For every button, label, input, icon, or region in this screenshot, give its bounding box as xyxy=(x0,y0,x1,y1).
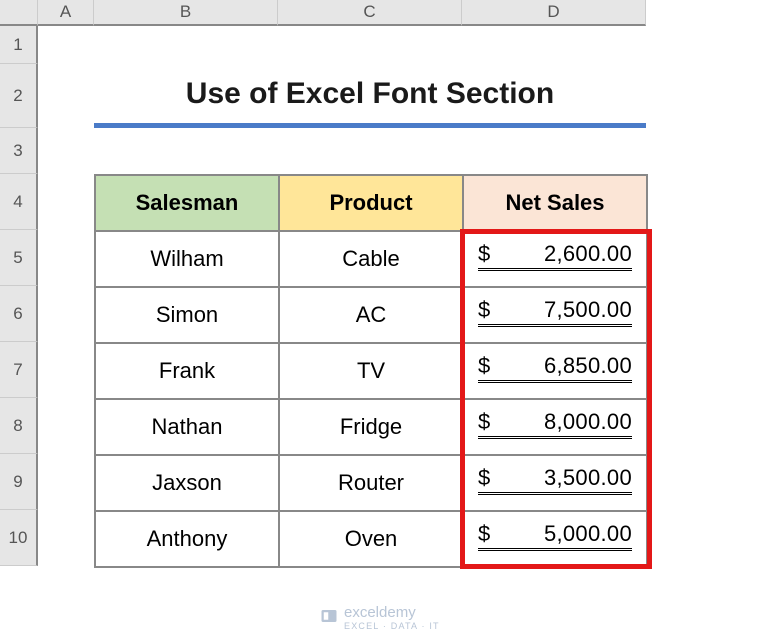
watermark-tagline: EXCEL · DATA · IT xyxy=(344,621,440,631)
currency-symbol: $ xyxy=(478,409,490,435)
watermark: exceldemy EXCEL · DATA · IT xyxy=(320,604,440,631)
page-title: Use of Excel Font Section xyxy=(94,64,646,128)
cell-product[interactable]: Oven xyxy=(279,511,463,567)
watermark-brand: exceldemy xyxy=(344,604,440,621)
col-header-a[interactable]: A xyxy=(38,0,94,26)
cell-salesman[interactable]: Simon xyxy=(95,287,279,343)
cell-netsales[interactable]: $7,500.00 xyxy=(463,287,647,343)
currency-symbol: $ xyxy=(478,521,490,547)
spreadsheet-grid: Use of Excel Font Section Salesman Produ… xyxy=(38,26,768,639)
table-row: Simon AC $7,500.00 xyxy=(95,287,647,343)
row-header-6[interactable]: 6 xyxy=(0,286,38,342)
row-header-10[interactable]: 10 xyxy=(0,510,38,566)
cell-netsales[interactable]: $5,000.00 xyxy=(463,511,647,567)
table-row: Frank TV $6,850.00 xyxy=(95,343,647,399)
row-header-9[interactable]: 9 xyxy=(0,454,38,510)
col-header-b[interactable]: B xyxy=(94,0,278,26)
cell-product[interactable]: AC xyxy=(279,287,463,343)
net-value: 3,500.00 xyxy=(544,465,632,491)
header-netsales[interactable]: Net Sales xyxy=(463,175,647,231)
col-header-d[interactable]: D xyxy=(462,0,646,26)
cell-product[interactable]: Cable xyxy=(279,231,463,287)
table-row: Wilham Cable $2,600.00 xyxy=(95,231,647,287)
cell-netsales[interactable]: $6,850.00 xyxy=(463,343,647,399)
currency-symbol: $ xyxy=(478,241,490,267)
currency-symbol: $ xyxy=(478,297,490,323)
cell-salesman[interactable]: Frank xyxy=(95,343,279,399)
row-header-4[interactable]: 4 xyxy=(0,174,38,230)
table-row: Nathan Fridge $8,000.00 xyxy=(95,399,647,455)
table-row: Jaxson Router $3,500.00 xyxy=(95,455,647,511)
data-table: Salesman Product Net Sales Wilham Cable … xyxy=(94,174,648,568)
select-all-corner[interactable] xyxy=(0,0,38,26)
row-header-7[interactable]: 7 xyxy=(0,342,38,398)
table-row: Anthony Oven $5,000.00 xyxy=(95,511,647,567)
row-headers: 1 2 3 4 5 6 7 8 9 10 xyxy=(0,26,38,566)
net-value: 8,000.00 xyxy=(544,409,632,435)
table-header-row: Salesman Product Net Sales xyxy=(95,175,647,231)
column-headers: A B C D xyxy=(38,0,646,26)
cell-product[interactable]: TV xyxy=(279,343,463,399)
currency-symbol: $ xyxy=(478,353,490,379)
header-product[interactable]: Product xyxy=(279,175,463,231)
net-value: 6,850.00 xyxy=(544,353,632,379)
cell-salesman[interactable]: Wilham xyxy=(95,231,279,287)
net-value: 5,000.00 xyxy=(544,521,632,547)
row-header-3[interactable]: 3 xyxy=(0,128,38,174)
cell-product[interactable]: Router xyxy=(279,455,463,511)
row-header-1[interactable]: 1 xyxy=(0,26,38,64)
cell-netsales[interactable]: $2,600.00 xyxy=(463,231,647,287)
logo-icon xyxy=(320,607,338,629)
cell-salesman[interactable]: Anthony xyxy=(95,511,279,567)
currency-symbol: $ xyxy=(478,465,490,491)
cell-salesman[interactable]: Jaxson xyxy=(95,455,279,511)
header-salesman[interactable]: Salesman xyxy=(95,175,279,231)
cell-product[interactable]: Fridge xyxy=(279,399,463,455)
col-header-c[interactable]: C xyxy=(278,0,462,26)
cell-netsales[interactable]: $3,500.00 xyxy=(463,455,647,511)
net-value: 2,600.00 xyxy=(544,241,632,267)
cell-salesman[interactable]: Nathan xyxy=(95,399,279,455)
cell-netsales[interactable]: $8,000.00 xyxy=(463,399,647,455)
net-value: 7,500.00 xyxy=(544,297,632,323)
row-header-5[interactable]: 5 xyxy=(0,230,38,286)
row-header-8[interactable]: 8 xyxy=(0,398,38,454)
row-header-2[interactable]: 2 xyxy=(0,64,38,128)
